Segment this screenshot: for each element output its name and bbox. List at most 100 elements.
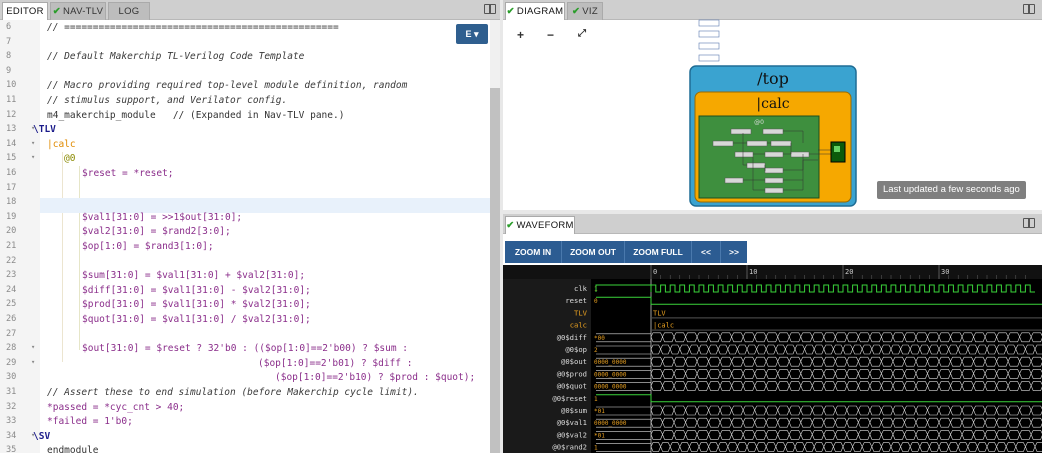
bus-trace	[650, 369, 1042, 379]
signal-name: @0$diff	[557, 333, 587, 342]
line-number: 18	[6, 197, 17, 208]
signal-name: @0$val2	[557, 430, 587, 439]
line-number: 29 ▾	[6, 357, 36, 368]
code-line: m4_makerchip_module // (Expanded in Nav-…	[47, 109, 345, 121]
signal-value: *01	[594, 408, 605, 415]
maximize-icon[interactable]	[1023, 218, 1035, 228]
line-number: 23	[6, 270, 17, 281]
fold-arrow-icon[interactable]: ▾	[31, 343, 35, 351]
line-number: 15 ▾	[6, 153, 36, 164]
signal-value: 1	[594, 445, 598, 452]
time-tick-label: 0	[653, 268, 657, 276]
signal-value: 0000_0000	[594, 384, 627, 391]
time-tick-label: 20	[845, 268, 853, 276]
port-box	[698, 54, 720, 62]
signal-name: @0$out	[561, 357, 587, 366]
signal-value: 0000_0000	[594, 359, 627, 366]
signal-name: reset	[565, 296, 587, 305]
scroll-right-button[interactable]: >>	[721, 241, 747, 263]
line-number: 8	[6, 51, 12, 62]
top-label: /top	[757, 69, 789, 88]
signal-name: calc	[570, 321, 587, 330]
fold-arrow-icon[interactable]: ▾	[31, 358, 35, 366]
code-line: \TLV	[33, 124, 56, 136]
code-line: @0	[64, 153, 76, 165]
code-line: $reset = *reset;	[82, 168, 174, 179]
line-number: 11	[6, 95, 17, 105]
code-line: $out[31:0] = $reset ? 32'b0 : (($op[1:0]…	[82, 343, 409, 355]
code-line: // stimulus support, and Verilator confi…	[47, 95, 288, 106]
signal-name: @0$op	[565, 345, 587, 354]
line-number: 21	[6, 241, 17, 251]
code-line: *failed = 1'b0;	[47, 416, 133, 428]
calc-label: |calc	[756, 96, 789, 112]
code-line: ($op[1:0]==2'b01) ? $diff :	[258, 357, 413, 369]
reset-trace	[596, 296, 1042, 305]
signal-name: TLV	[574, 308, 588, 317]
editor-scrollbar-thumb[interactable]	[490, 88, 500, 453]
code-line: $quot[31:0] = $val1[31:0] / $val2[31:0];	[82, 314, 311, 325]
line-number: 27	[6, 328, 17, 339]
signal-value: 0000_0000	[594, 371, 627, 378]
bus-trace	[650, 332, 1042, 343]
scope-label: |calc	[653, 322, 674, 330]
line-number: 6	[6, 22, 12, 32]
signal-name: @0$reset	[552, 394, 587, 403]
reset-trace	[596, 394, 1042, 403]
signal-name: @0$val1	[557, 418, 587, 427]
line-number: 28 ▾	[6, 343, 36, 354]
fold-arrow-icon[interactable]: ▾	[31, 153, 35, 161]
time-tick-label: 30	[941, 268, 949, 276]
bus-trace	[650, 381, 1042, 391]
line-number: 25	[6, 299, 17, 310]
waveform-viewer[interactable]: 0 10 20 30 clk 1 reset 0 TLV TLV calc |calc @0$diff *…	[503, 265, 1042, 453]
last-updated-status: Last updated a few seconds ago	[877, 181, 1026, 199]
waveform-tabbar: ✔ WAVEFORM	[503, 214, 1042, 234]
indent-guide	[62, 152, 63, 362]
code-line: $op[1:0] = $rand3[1:0];	[82, 241, 214, 252]
tab-waveform[interactable]: ✔ WAVEFORM	[505, 216, 575, 234]
code-line: $prod[31:0] = $val1[31:0] * $val2[31:0];	[82, 299, 311, 311]
port-box	[698, 30, 720, 38]
signal-name: @0$sum	[561, 406, 587, 415]
zoom-in-button[interactable]: ZOOM IN	[505, 241, 561, 263]
code-line: // Assert these to end simulation (befor…	[47, 387, 419, 398]
line-number: 16	[6, 168, 17, 178]
fold-arrow-icon[interactable]: ▾	[31, 139, 35, 147]
line-number: 24	[6, 284, 17, 295]
code-line: $sum[31:0] = $val1[31:0] + $val2[31:0];	[82, 270, 306, 282]
clock-trace	[650, 284, 1035, 293]
time-ruler	[503, 265, 1042, 279]
line-number: 35	[6, 445, 17, 453]
logic-diagram[interactable]: /top |calc @0	[503, 0, 1042, 210]
time-tick-label: 10	[749, 268, 757, 276]
check-icon: ✔	[506, 220, 515, 231]
code-line: |calc	[47, 138, 76, 150]
editor-options-dropdown[interactable]: E ▾	[456, 24, 488, 44]
bus-trace	[650, 344, 1042, 355]
tab-nav-tlv[interactable]: ✔ NAV-TLV	[50, 2, 106, 20]
signal-name: @0$quot	[557, 382, 587, 391]
scroll-left-button[interactable]: <<	[692, 241, 720, 263]
line-number: 26	[6, 314, 17, 324]
zoom-full-button[interactable]: ZOOM FULL	[625, 241, 691, 263]
check-icon: ✔	[52, 6, 61, 17]
line-number: 30	[6, 372, 17, 383]
code-line: $val2[31:0] = $rand2[3:0];	[82, 226, 231, 238]
line-number: 10	[6, 80, 17, 91]
tab-editor[interactable]: EDITOR	[2, 2, 48, 20]
maximize-icon[interactable]	[484, 4, 496, 14]
signal-value: 0000_0000	[594, 420, 627, 427]
bus-trace	[650, 417, 1042, 428]
tab-log[interactable]: LOG	[108, 2, 150, 20]
line-number: 20	[6, 226, 17, 237]
code-line: // =====================================…	[47, 22, 339, 33]
line-number: 22	[6, 255, 17, 266]
code-line: ($op[1:0]==2'b10) ? $prod : $quot);	[275, 372, 476, 384]
code-line: \SV	[33, 430, 51, 442]
code-line: // Default Makerchip TL-Verilog Code Tem…	[47, 51, 305, 63]
code-line: endmodule	[47, 445, 99, 453]
signal-value: 2	[594, 347, 598, 354]
waveform-traces: 0 10 20 30 clk 1 reset 0 TLV TLV calc |calc @0$diff *…	[503, 265, 1042, 453]
zoom-out-button[interactable]: ZOOM OUT	[562, 241, 624, 263]
